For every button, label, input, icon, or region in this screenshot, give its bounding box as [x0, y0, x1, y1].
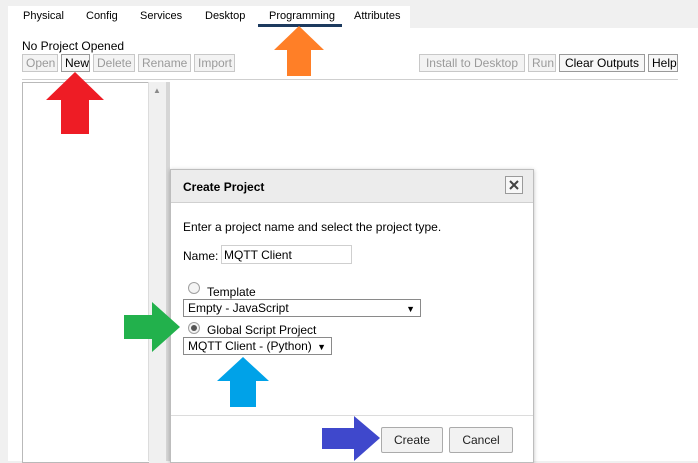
- tab-programming[interactable]: Programming: [269, 10, 335, 22]
- run-button[interactable]: Run: [528, 54, 556, 72]
- dialog-title: Create Project: [183, 180, 265, 194]
- delete-button[interactable]: Delete: [93, 54, 135, 72]
- cancel-button[interactable]: Cancel: [449, 427, 513, 453]
- tab-bar: Physical Config Services Desktop Program…: [8, 6, 410, 28]
- red-arrow-up-icon: [46, 72, 104, 134]
- close-icon: [509, 180, 519, 190]
- project-name-input[interactable]: [221, 245, 352, 264]
- template-select-value: Empty - JavaScript: [188, 301, 289, 315]
- tab-config[interactable]: Config: [86, 10, 118, 22]
- indigo-arrow-right-icon: [322, 416, 380, 461]
- rename-button[interactable]: Rename: [138, 54, 191, 72]
- green-arrow-right-icon: [124, 302, 180, 352]
- dialog-header: Create Project: [171, 170, 533, 203]
- project-tree[interactable]: [22, 82, 149, 463]
- tab-desktop[interactable]: Desktop: [205, 10, 245, 22]
- toolbar-divider: [22, 79, 678, 80]
- radio-selected-dot: [191, 325, 197, 331]
- orange-arrow-up-icon: [274, 26, 324, 76]
- open-button[interactable]: Open: [22, 54, 58, 72]
- chevron-down-icon: ▼: [406, 304, 415, 314]
- clear-outputs-button[interactable]: Clear Outputs: [559, 54, 645, 72]
- global-script-radio[interactable]: [188, 322, 200, 334]
- create-button[interactable]: Create: [381, 427, 443, 453]
- install-to-desktop-button[interactable]: Install to Desktop: [419, 54, 525, 72]
- global-script-label: Global Script Project: [207, 323, 317, 337]
- template-select[interactable]: Empty - JavaScript ▼: [183, 299, 421, 317]
- scroll-up-icon[interactable]: ▲: [153, 86, 161, 95]
- tab-services[interactable]: Services: [140, 10, 182, 22]
- close-button[interactable]: [505, 176, 523, 194]
- cyan-arrow-up-icon: [217, 357, 269, 407]
- template-label: Template: [207, 285, 256, 299]
- tab-attributes[interactable]: Attributes: [354, 10, 400, 22]
- global-script-select[interactable]: MQTT Client - (Python) ▼: [183, 337, 332, 355]
- template-radio[interactable]: [188, 282, 200, 294]
- chevron-down-icon: ▼: [317, 342, 326, 352]
- help-button[interactable]: Help: [648, 54, 678, 72]
- project-status: No Project Opened: [22, 39, 125, 53]
- tab-physical[interactable]: Physical: [23, 10, 64, 22]
- import-button[interactable]: Import: [194, 54, 235, 72]
- new-button[interactable]: New: [61, 54, 90, 72]
- global-script-select-value: MQTT Client - (Python): [188, 339, 312, 353]
- dialog-instruction: Enter a project name and select the proj…: [183, 220, 442, 234]
- tree-scrollbar[interactable]: ▲: [148, 82, 166, 461]
- name-label: Name:: [183, 249, 219, 263]
